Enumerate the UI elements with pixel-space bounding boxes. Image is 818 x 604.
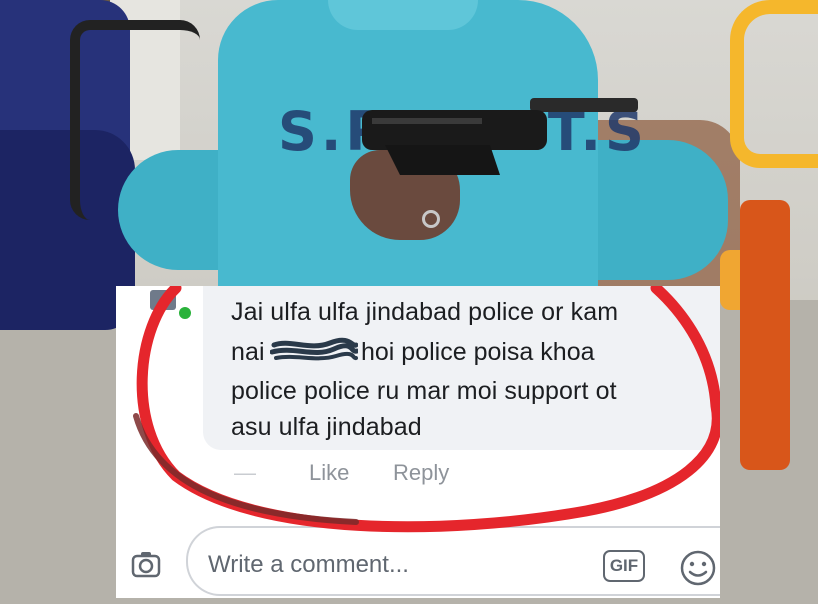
reply-button[interactable]: Reply bbox=[393, 460, 449, 486]
emoji-icon[interactable] bbox=[678, 548, 718, 588]
comment-text-line: nai bbox=[231, 338, 265, 366]
comment-text-line: police police ru mar moi support ot bbox=[231, 377, 617, 405]
avatar[interactable] bbox=[150, 290, 176, 310]
camera-icon[interactable] bbox=[130, 548, 162, 580]
online-status-icon bbox=[177, 305, 193, 321]
comment-text-segment: hoi police poisa khoa bbox=[361, 338, 595, 366]
comment-card: Jai ulfa ulfa jindabad police or kam nai… bbox=[116, 286, 720, 598]
gif-icon[interactable]: GIF bbox=[603, 550, 645, 582]
redaction-scribble bbox=[270, 337, 358, 361]
comment-placeholder[interactable]: Write a comment... bbox=[208, 551, 409, 579]
comment-text-line: asu ulfa jindabad bbox=[231, 413, 422, 441]
comment-text-line: Jai ulfa ulfa jindabad police or kam bbox=[231, 298, 619, 326]
like-button[interactable]: Like bbox=[309, 460, 349, 486]
timestamp-stub: — bbox=[234, 460, 256, 485]
